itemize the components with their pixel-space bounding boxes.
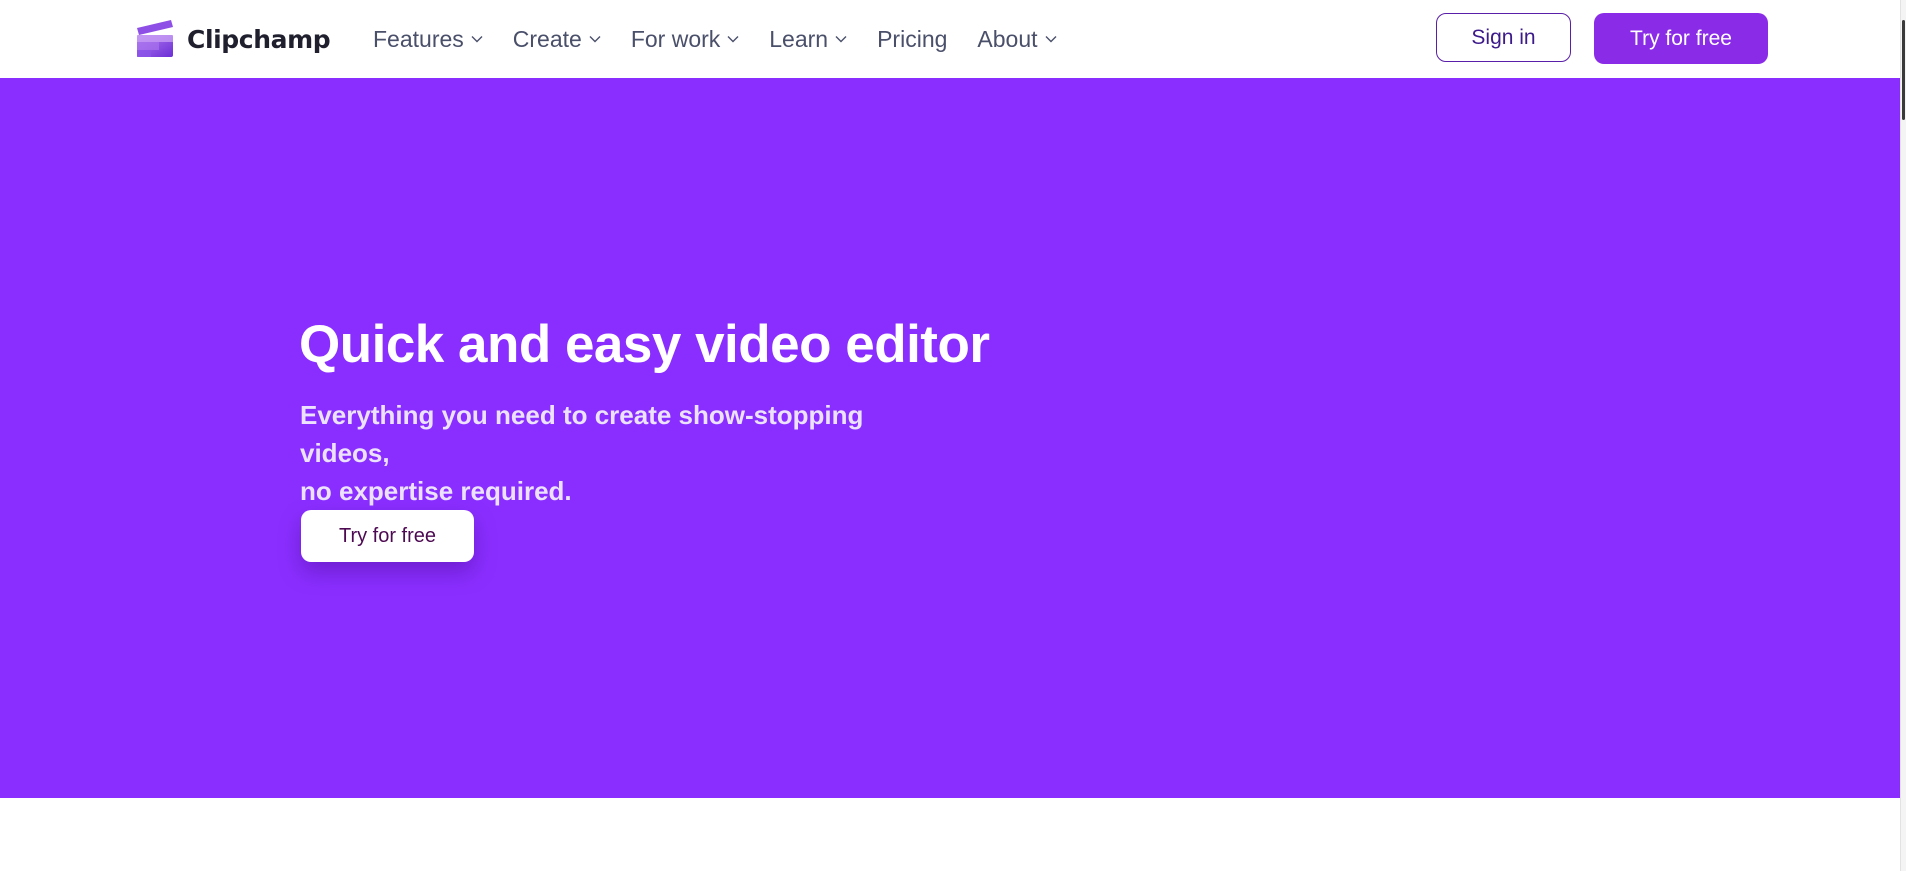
nav-item-label: Features [373,25,464,52]
nav-item-label: Pricing [877,25,948,52]
scrollbar-thumb[interactable] [1902,20,1905,120]
nav-item-create[interactable]: Create [513,26,601,53]
page-scrollbar[interactable] [1900,0,1906,871]
nav-item-label: Create [512,25,582,52]
nav-item-label: About [977,25,1038,52]
nav-item-pricing[interactable]: Pricing [877,26,947,53]
hero-subtitle: Everything you need to create show-stopp… [300,396,940,510]
hero-subtitle-line-2: no expertise required. [300,476,572,506]
nav-item-label: Learn [769,25,829,52]
nav-item-for-work[interactable]: For work [631,26,739,53]
clipchamp-logo-icon [137,20,173,57]
nav-item-label: For work [630,25,721,52]
sign-in-button[interactable]: Sign in [1436,13,1571,62]
top-navbar: Clipchamp Features Create For work Learn… [0,0,1900,77]
chevron-down-icon [589,36,601,43]
hero-section: Quick and easy video editor Everything y… [0,78,1900,798]
chevron-down-icon [835,36,847,43]
main-nav: Features Create For work Learn Pricing A… [373,22,1057,56]
chevron-down-icon [727,36,739,43]
brand-name: Clipchamp [187,24,331,54]
chevron-down-icon [471,36,483,43]
nav-item-learn[interactable]: Learn [769,26,847,53]
brand-logo[interactable]: Clipchamp [133,19,331,59]
hero-title: Quick and easy video editor [299,315,990,374]
try-for-free-nav-button[interactable]: Try for free [1594,13,1768,64]
hero-subtitle-line-1: Everything you need to create show-stopp… [300,400,864,468]
nav-item-features[interactable]: Features [373,26,483,53]
chevron-down-icon [1045,36,1057,43]
nav-item-about[interactable]: About [977,25,1057,53]
try-for-free-hero-button[interactable]: Try for free [301,510,474,562]
